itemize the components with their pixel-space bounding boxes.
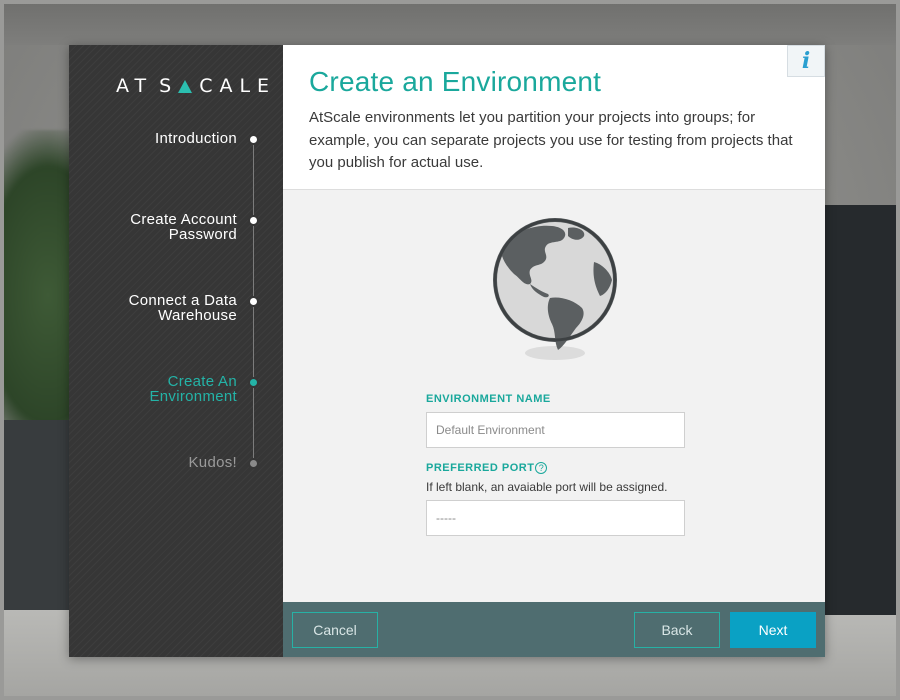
step-kudos: Kudos! [189, 455, 238, 470]
logo-text-prefix: AT [116, 75, 154, 97]
wizard-sidebar: AT S CALE Introduction Create Account Pass… [69, 45, 283, 657]
step-dot-connect-data [248, 296, 259, 307]
back-button[interactable]: Back [634, 612, 720, 648]
info-icon: i [801, 48, 811, 74]
help-icon[interactable]: ? [535, 462, 548, 474]
step-introduction[interactable]: Introduction [155, 131, 237, 146]
step-create-environment[interactable]: Create An Environment [149, 374, 237, 404]
step-label-line2: Password [168, 226, 237, 243]
step-create-account-password[interactable]: Create Account Password [130, 212, 237, 242]
step-label: Create Account [130, 211, 237, 228]
step-label: Create An [167, 373, 237, 390]
step-dot-create-environment [248, 377, 259, 388]
preferred-port-label-text: PREFERRED PORT [426, 462, 535, 474]
logo-triangle-icon [178, 80, 193, 93]
step-dot-introduction [248, 134, 259, 145]
page-description: AtScale environments let you partition y… [309, 109, 793, 171]
step-label: Connect a Data [128, 292, 237, 309]
preferred-port-label: PREFERRED PORT? [426, 462, 548, 474]
preferred-port-input[interactable] [426, 500, 685, 536]
logo-text-s: S [159, 75, 179, 97]
continent-south-america [547, 297, 584, 350]
atscale-logo: AT S CALE [116, 75, 276, 97]
step-label-line2: Environment [149, 388, 237, 405]
next-button[interactable]: Next [730, 612, 816, 648]
step-connect-data-warehouse[interactable]: Connect a Data Warehouse [129, 293, 237, 323]
info-button[interactable]: i [787, 45, 825, 77]
step-dot-create-account [248, 215, 259, 226]
step-label: Introduction [155, 130, 237, 147]
step-label: Kudos! [188, 454, 237, 471]
page-title: Create an Environment [309, 66, 602, 97]
globe-shadow [525, 346, 585, 360]
environment-name-input[interactable] [426, 412, 685, 448]
content-header: Create an Environment AtScale environmen… [283, 45, 825, 190]
cancel-button[interactable]: Cancel [292, 612, 378, 648]
wizard-footer: Cancel Back Next [283, 602, 825, 657]
globe-illustration [493, 218, 617, 360]
logo-text-suffix: CALE [199, 75, 277, 97]
setup-wizard-dialog: AT S CALE Introduction Create Account Pass… [69, 45, 825, 657]
environment-name-label: ENVIRONMENT NAME [426, 393, 551, 405]
step-dot-kudos [248, 458, 259, 469]
step-label-line2: Warehouse [158, 307, 237, 324]
port-hint: If left blank, an avaiable port will be … [426, 480, 668, 494]
